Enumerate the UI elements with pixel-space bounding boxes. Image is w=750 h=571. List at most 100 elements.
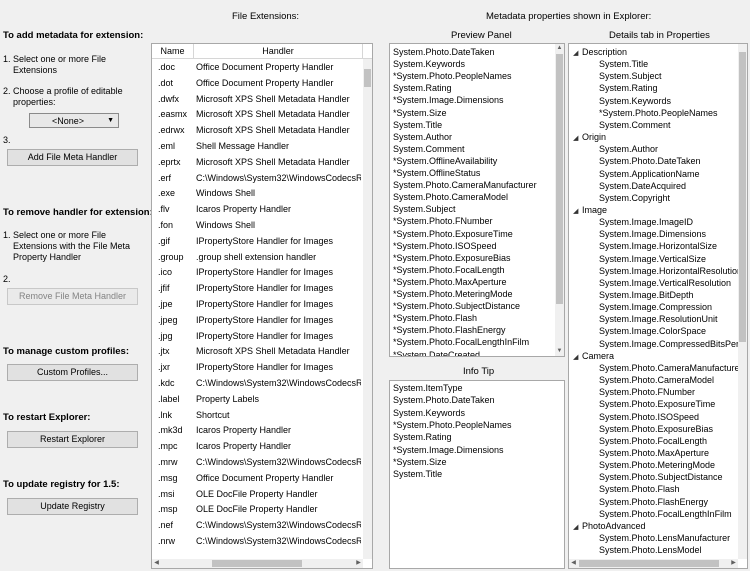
list-item[interactable]: System.Photo.CameraManufacturer — [393, 179, 537, 191]
tree-leaf-node[interactable]: System.Image.CompressedBitsPerPixel — [599, 338, 747, 350]
list-item[interactable]: System.Photo.DateTaken — [393, 394, 495, 406]
list-item[interactable]: *System.OfflineAvailability — [393, 155, 497, 167]
tree-leaf-node[interactable]: System.Image.VerticalSize — [599, 253, 706, 265]
list-item[interactable]: *System.Photo.FocalLength — [393, 264, 505, 276]
table-row[interactable]: .lnk Shortcut — [152, 407, 363, 423]
table-row[interactable]: .fon Windows Shell — [152, 217, 363, 233]
tree-leaf-node[interactable]: System.Photo.FlashEnergy — [599, 496, 708, 508]
tree-group-node[interactable]: ◢ Camera — [573, 350, 614, 362]
table-row[interactable]: .group .group shell extension handler — [152, 249, 363, 265]
grid-vertical-scrollbar[interactable] — [363, 59, 372, 559]
tree-leaf-node[interactable]: System.Image.HorizontalSize — [599, 240, 717, 252]
remove-file-meta-handler-button[interactable]: Remove File Meta Handler — [7, 288, 138, 305]
list-item[interactable]: *System.Photo.MeteringMode — [393, 288, 513, 300]
scroll-down-icon[interactable]: ▼ — [555, 347, 564, 356]
triangle-expanded-icon[interactable]: ◢ — [573, 352, 582, 364]
column-header-name[interactable]: Name — [152, 44, 194, 58]
list-item[interactable]: System.Keywords — [393, 58, 465, 70]
table-row[interactable]: .edrwx Microsoft XPS Shell Metadata Handl… — [152, 122, 363, 138]
tree-group-node[interactable]: ◢ Origin — [573, 131, 606, 143]
tree-leaf-node[interactable]: System.Photo.LensModel — [599, 544, 702, 556]
list-item[interactable]: *System.OfflineStatus — [393, 167, 480, 179]
list-item[interactable]: System.Subject — [393, 203, 456, 215]
list-item[interactable]: *System.Photo.ISOSpeed — [393, 240, 497, 252]
tree-leaf-node[interactable]: System.Photo.ISOSpeed — [599, 411, 699, 423]
tree-group-node[interactable]: ◢ Image — [573, 204, 607, 216]
list-item[interactable]: System.Comment — [393, 143, 465, 155]
tree-leaf-node[interactable]: System.Photo.MeteringMode — [599, 459, 715, 471]
table-row[interactable]: .easmx Microsoft XPS Shell Metadata Handl… — [152, 106, 363, 122]
list-item[interactable]: *System.Image.Dimensions — [393, 444, 504, 456]
tree-horizontal-scrollbar[interactable]: ◀ ▶ — [569, 559, 738, 568]
file-extensions-grid[interactable]: Name Handler .doc Office Document Propert… — [151, 43, 373, 569]
triangle-expanded-icon[interactable]: ◢ — [573, 206, 582, 218]
list-item[interactable]: *System.Photo.PeopleNames — [393, 70, 512, 82]
grid-scroll-thumb[interactable] — [364, 69, 371, 87]
tree-leaf-node[interactable]: System.Photo.CameraManufacturer — [599, 362, 743, 374]
tree-leaf-node[interactable]: System.Photo.MaxAperture — [599, 447, 709, 459]
custom-profiles-button[interactable]: Custom Profiles... — [7, 364, 138, 381]
triangle-expanded-icon[interactable]: ◢ — [573, 133, 582, 145]
list-item[interactable]: *System.Photo.MaxAperture — [393, 276, 507, 288]
tree-leaf-node[interactable]: System.DateAcquired — [599, 180, 686, 192]
tree-vertical-scrollbar[interactable] — [738, 44, 747, 559]
list-item[interactable]: System.Author — [393, 131, 452, 143]
list-item[interactable]: System.Rating — [393, 82, 452, 94]
list-item[interactable]: System.Photo.CameraModel — [393, 191, 508, 203]
grid-hscroll-thumb[interactable] — [212, 560, 302, 567]
table-row[interactable]: .msg Office Document Property Handler — [152, 470, 363, 486]
table-row[interactable]: .nef C:\Windows\System32\WindowsCodecsR — [152, 517, 363, 533]
list-item[interactable]: *System.Photo.ExposureTime — [393, 228, 513, 240]
tree-leaf-node[interactable]: System.Photo.FNumber — [599, 386, 695, 398]
tree-leaf-node[interactable]: System.Photo.FocalLengthInFilm — [599, 508, 732, 520]
tree-leaf-node[interactable]: System.Photo.ExposureTime — [599, 398, 715, 410]
table-row[interactable]: .gif IPropertyStore Handler for Images — [152, 233, 363, 249]
update-registry-button[interactable]: Update Registry — [7, 498, 138, 515]
table-row[interactable]: .doc Office Document Property Handler — [152, 59, 363, 75]
list-item[interactable]: *System.Photo.FNumber — [393, 215, 493, 227]
tree-leaf-node[interactable]: System.ApplicationName — [599, 168, 700, 180]
tree-leaf-node[interactable]: System.Photo.SubjectDistance — [599, 471, 723, 483]
tree-group-node[interactable]: ◢ PhotoAdvanced — [573, 520, 646, 532]
tree-leaf-node[interactable]: System.Image.ImageID — [599, 216, 693, 228]
tree-leaf-node[interactable]: System.Keywords — [599, 95, 671, 107]
table-row[interactable]: .jpe IPropertyStore Handler for Images — [152, 296, 363, 312]
list-item[interactable]: *System.Size — [393, 107, 447, 119]
list-item[interactable]: *System.Photo.FocalLengthInFilm — [393, 336, 529, 348]
list-item[interactable]: *System.Image.Dimensions — [393, 94, 504, 106]
tree-leaf-node[interactable]: System.Photo.FocalLength — [599, 435, 707, 447]
tree-leaf-node[interactable]: System.Author — [599, 143, 658, 155]
table-row[interactable]: .jxr IPropertyStore Handler for Images — [152, 359, 363, 375]
table-row[interactable]: .exe Windows Shell — [152, 185, 363, 201]
grid-horizontal-scrollbar[interactable]: ◀ ▶ — [152, 559, 363, 568]
triangle-expanded-icon[interactable]: ◢ — [573, 522, 582, 534]
table-row[interactable]: .msp OLE DocFile Property Handler — [152, 501, 363, 517]
tree-leaf-node[interactable]: System.Copyright — [599, 192, 670, 204]
column-header-handler[interactable]: Handler — [194, 44, 363, 58]
tree-leaf-node[interactable]: System.Subject — [599, 70, 662, 82]
table-row[interactable]: .mpc Icaros Property Handler — [152, 438, 363, 454]
list-item[interactable]: *System.DateCreated — [393, 349, 480, 357]
table-row[interactable]: .label Property Labels — [152, 391, 363, 407]
tree-leaf-node[interactable]: System.Photo.LensManufacturer — [599, 532, 730, 544]
table-row[interactable]: .mk3d Icaros Property Handler — [152, 422, 363, 438]
scroll-right-icon[interactable]: ▶ — [729, 559, 738, 568]
list-item[interactable]: *System.Photo.Flash — [393, 312, 477, 324]
list-item[interactable]: *System.Photo.ExposureBias — [393, 252, 511, 264]
list-item[interactable]: *System.Photo.SubjectDistance — [393, 300, 520, 312]
table-row[interactable]: .kdc C:\Windows\System32\WindowsCodecsR — [152, 375, 363, 391]
tree-scroll-thumb[interactable] — [739, 52, 746, 342]
list-item[interactable]: System.Photo.DateTaken — [393, 46, 495, 58]
table-row[interactable]: .mrw C:\Windows\System32\WindowsCodecsR — [152, 454, 363, 470]
table-row[interactable]: .dot Office Document Property Handler — [152, 75, 363, 91]
scroll-right-icon[interactable]: ▶ — [354, 559, 363, 568]
table-row[interactable]: .jtx Microsoft XPS Shell Metadata Handler — [152, 343, 363, 359]
table-row[interactable]: .jfif IPropertyStore Handler for Images — [152, 280, 363, 296]
list-item[interactable]: System.Title — [393, 468, 442, 480]
table-row[interactable]: .ico IPropertyStore Handler for Images — [152, 264, 363, 280]
tree-leaf-node[interactable]: *System.Photo.PeopleNames — [599, 107, 718, 119]
list-item[interactable]: System.Rating — [393, 431, 452, 443]
scroll-left-icon[interactable]: ◀ — [152, 559, 161, 568]
list-item[interactable]: System.Title — [393, 119, 442, 131]
table-row[interactable]: .nrw C:\Windows\System32\WindowsCodecsR — [152, 533, 363, 549]
